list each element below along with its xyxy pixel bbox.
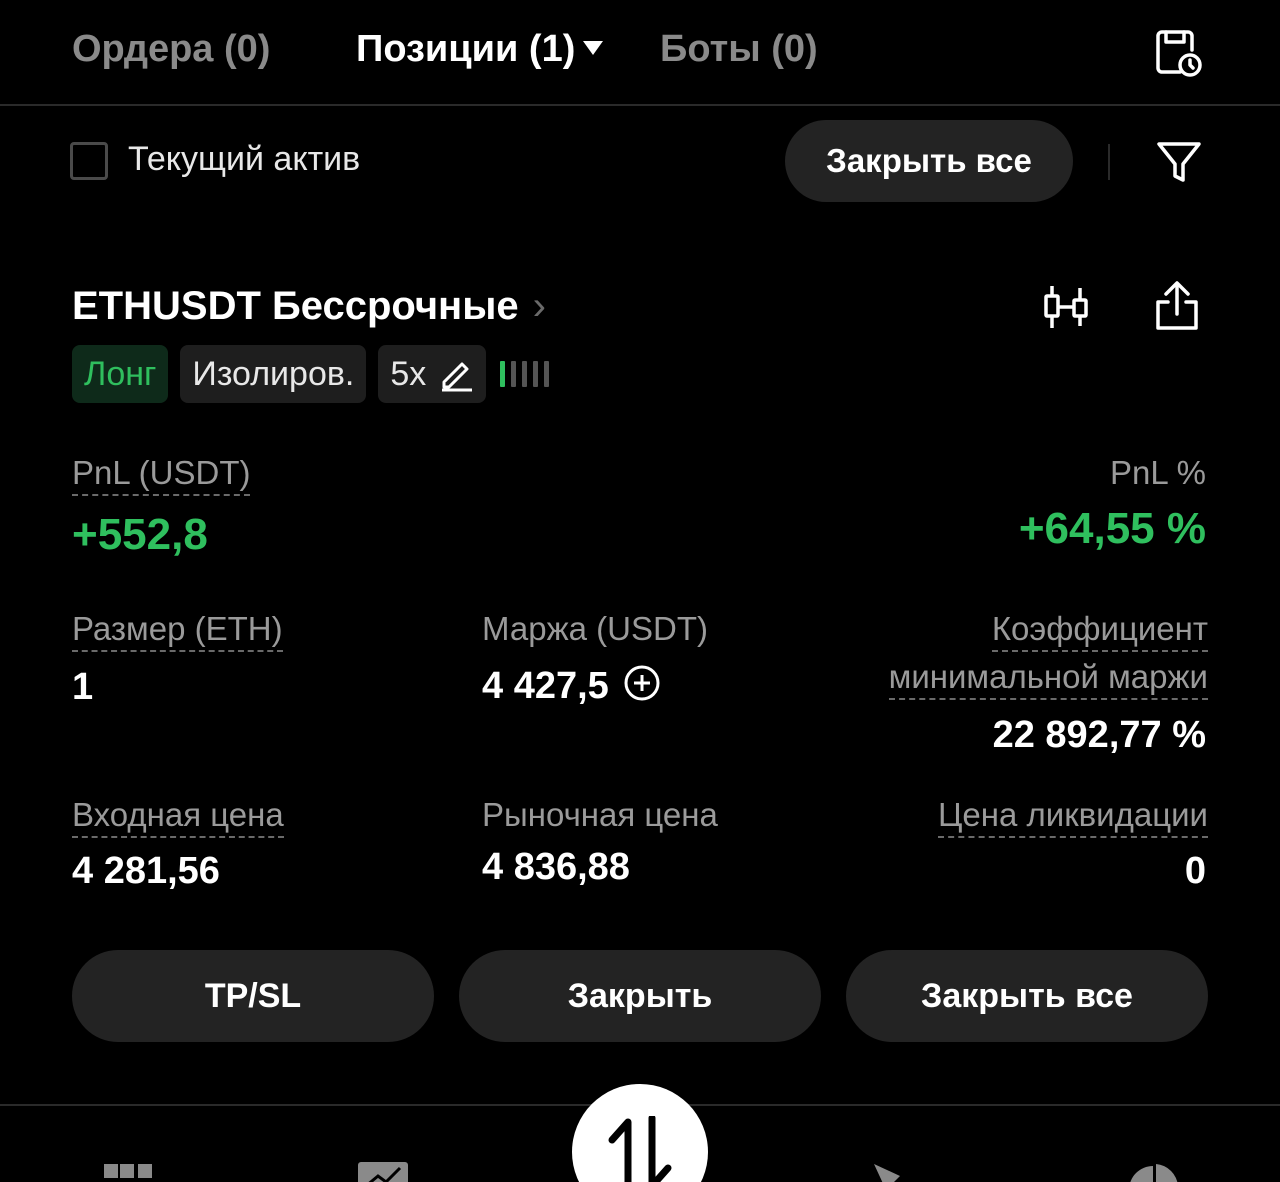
- edit-icon: [442, 362, 473, 392]
- assets-pie-icon[interactable]: [1126, 1160, 1180, 1182]
- tab-bots[interactable]: Боты (0): [660, 28, 818, 71]
- tab-positions-label: Позиции (1): [356, 28, 576, 70]
- market-price-value: 4 836,88: [482, 846, 630, 888]
- size-label[interactable]: Размер (ETH): [72, 610, 283, 652]
- risk-meter: [500, 361, 550, 387]
- chevron-right-icon: ›: [532, 284, 546, 328]
- mmr-label-line2[interactable]: минимальной маржи: [888, 658, 1208, 700]
- leverage-badge[interactable]: 5x: [378, 345, 487, 403]
- filter-row: Текущий актив Закрыть все: [0, 118, 1280, 208]
- position-tabs: Ордера (0) Позиции (1) Боты (0): [0, 0, 1280, 106]
- size-value: 1: [72, 666, 94, 708]
- margin-value-wrap: 4 427,5: [482, 664, 661, 708]
- liquidation-price-label[interactable]: Цена ликвидации: [938, 796, 1208, 838]
- tab-positions[interactable]: Позиции (1): [356, 28, 604, 71]
- tpsl-button[interactable]: TP/SL: [72, 950, 434, 1042]
- trade-button[interactable]: [572, 1084, 708, 1182]
- risk-meter-bar: [522, 361, 528, 387]
- mmr-label-line1[interactable]: Коэффициент: [991, 610, 1208, 652]
- position-tags: Лонг Изолиров. 5x: [72, 345, 550, 403]
- close-all-button[interactable]: Закрыть все: [785, 120, 1073, 202]
- current-asset-checkbox[interactable]: [70, 142, 108, 180]
- liquidation-price-value: 0: [1184, 850, 1206, 892]
- pnl-value: +552,8: [72, 510, 208, 559]
- home-grid-icon[interactable]: [104, 1160, 158, 1182]
- mmr-value: 22 892,77 %: [992, 714, 1206, 756]
- tab-orders[interactable]: Ордера (0): [72, 28, 270, 71]
- margin-mode-badge[interactable]: Изолиров.: [180, 345, 367, 403]
- entry-price-value: 4 281,56: [72, 850, 220, 892]
- candlestick-chart-icon[interactable]: [1040, 280, 1094, 334]
- history-icon[interactable]: [1152, 26, 1204, 78]
- add-margin-icon[interactable]: [623, 664, 661, 702]
- risk-meter-bar: [511, 361, 517, 387]
- pnl-percent-value: +64,55 %: [1018, 504, 1206, 553]
- margin-value: 4 427,5: [482, 665, 609, 707]
- market-price-label: Рыночная цена: [482, 796, 718, 833]
- risk-meter-bar: [500, 361, 506, 387]
- position-symbol[interactable]: ETHUSDT Бессрочные ›: [72, 284, 546, 329]
- swap-arrows-icon: [608, 1116, 672, 1182]
- markets-chart-icon[interactable]: [356, 1160, 410, 1182]
- close-all-position-button[interactable]: Закрыть все: [846, 950, 1208, 1042]
- risk-meter-bar: [533, 361, 539, 387]
- margin-label: Маржа (USDT): [482, 610, 708, 647]
- earn-icon[interactable]: [866, 1160, 920, 1182]
- caret-down-icon: [583, 41, 604, 55]
- current-asset-label: Текущий актив: [128, 140, 361, 178]
- close-position-button[interactable]: Закрыть: [459, 950, 821, 1042]
- symbol-label: ETHUSDT Бессрочные: [72, 284, 519, 328]
- pnl-label[interactable]: PnL (USDT): [72, 454, 251, 496]
- pnl-percent-label: PnL %: [1109, 454, 1206, 491]
- risk-meter-bar: [544, 361, 550, 387]
- side-badge: Лонг: [72, 345, 169, 403]
- leverage-value: 5x: [390, 354, 427, 393]
- share-icon[interactable]: [1150, 278, 1204, 334]
- entry-price-label[interactable]: Входная цена: [72, 796, 284, 838]
- position-actions: TP/SL Закрыть Закрыть все: [72, 950, 1208, 1042]
- filter-icon[interactable]: [1154, 136, 1204, 186]
- divider: [1108, 144, 1110, 180]
